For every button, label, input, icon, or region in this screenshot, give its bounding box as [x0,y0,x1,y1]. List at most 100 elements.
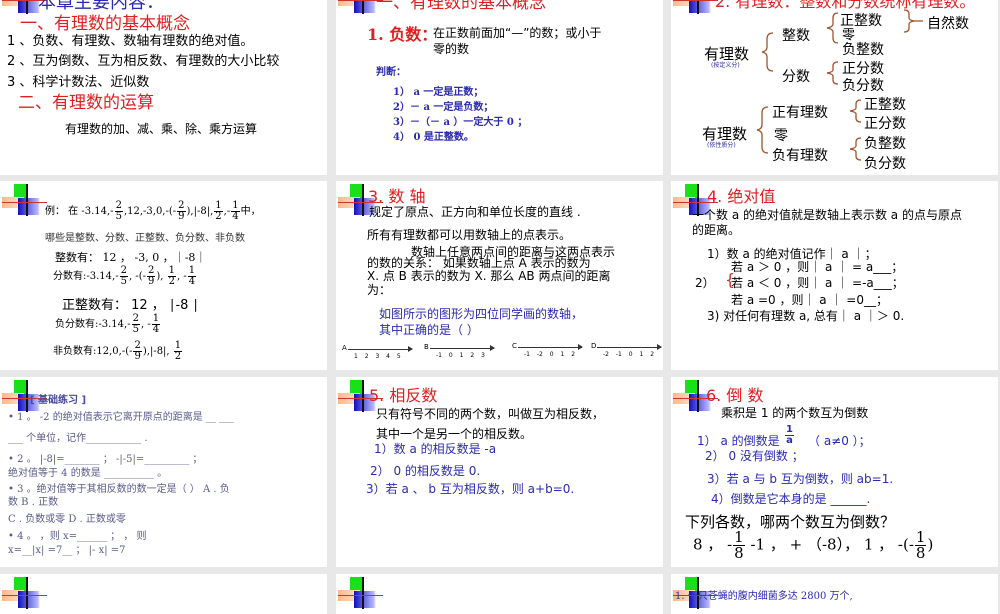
list-item: 4）倒数是它本身的是 ______. [711,492,871,506]
slide-title: 5. 相反数 [369,386,438,405]
node-natural-number: 自然数 [927,16,969,32]
operations-text: 有理数的加、减、乘、除、乘方运算 [65,122,258,136]
slide-thumbnail-9[interactable]: 6. 倒 数 乘积是 1 的两个数互为倒数 1） a 的倒数是 1a （ a≠0… [671,377,998,567]
tick-labels: -1 -2 0 1 2 [524,351,576,358]
list-item: 1） a 一定是正数； [393,87,484,98]
fraction: 25 [114,200,123,222]
list-item: 2） 0 没有倒数 ； [705,449,804,463]
slide-thumbnail-10[interactable] [0,574,327,614]
text-line: 为： [367,283,392,297]
math-text: , - [140,319,151,330]
node-negative-fraction: 负分数 [864,156,906,172]
exercise-line: 绝对值等于 4 的数是 __________ 。 [8,468,168,479]
reciprocal-fraction: 1a [785,424,794,446]
slide-thumbnail-5[interactable]: 3. 数 轴 规定了原点、正方向和单位长度的直线 . 所有有理数都可以用数轴上的… [336,181,663,370]
slide-thumbnail-6[interactable]: 4. 绝对值 一个数 a 的绝对值就是数轴上表示数 a 的点与原点 的距离。 1… [671,181,998,370]
fraction: 29 [177,200,186,222]
answer-positive-integers: 正整数有： 12 ， ∣-8 ∣ [62,298,200,313]
node-positive-rational: 正有理数 [772,105,828,121]
list-item: 1）数 a 的相反数是 -a [374,442,497,456]
math-text: 中， [240,206,261,217]
answer-negative-fractions: 负分数有:-3.14,- 2 5, -14 [55,314,161,335]
number-line-c: C -1 -2 0 1 2 [512,342,583,358]
math-text: , - [177,271,187,282]
slide-title: 4. 绝对值 [707,187,776,206]
slide-thumbnail-12[interactable]: 1. 一只苍蝇的腹内细菌多达 2800 万个, [671,574,998,614]
fraction: 18 [733,528,745,562]
slide-thumbnail-4[interactable]: 例： 在 -3.14,- 2 5,12,-3,0,-(- 2 9),|-8|, 1 2 ,- 1… [0,181,327,370]
math-text: -1 ， + （-8）， 1 ， -(- [745,535,914,554]
list-item: （ a≠0 ）； [808,434,871,448]
option-label: A [342,344,347,352]
node-negative-integer: 负整数 [864,136,906,152]
math-text: ,12,-3,0,-(- [123,206,177,217]
math-text: ),|-8|, [142,346,173,357]
definition-text: 只有符号不同的两个数，叫做互为相反数， [376,407,605,421]
slide-thumbnail-1[interactable]: 本章主要内容： 一、有理数的基本概念 1 、负数、有理数、数轴有理数的绝对值。 … [0,0,327,175]
slide-logo-icon [2,184,47,217]
slide-thumbnail-11[interactable] [336,574,663,614]
text-line: X. 点 B 表示的数为 X. 那么 AB 两点间的距离 [367,269,611,283]
question-text: 下列各数，哪两个数互为倒数？ [685,513,896,531]
number-list: 8 ， -18 -1 ， + （-8）， 1 ， -(- 1 8) [693,530,933,561]
node-negative-fraction: 负分数 [842,78,884,94]
node-fraction: 分数 [782,69,810,85]
list-item: 3）若 a 、 b 互为相反数，则 a+b=0. [366,482,575,496]
example-text: 例： 在 -3.14,- 2 5,12,-3,0,-(- 2 9),|-8|, 1 2 ,- 1… [45,201,261,222]
math-text: 例： 在 -3.14,- [45,206,114,217]
list-item: 3) 对任何有理数 a, 总有｜ a ｜＞ 0. [707,309,905,323]
question-text: 其中正确的是（ ） [379,323,479,337]
list-item: 若 a ＞ 0 ，则｜ a ｜ = a___； [731,260,904,274]
slide-title: 6. 倒 数 [706,386,764,405]
list-item-number: 2） [695,276,715,290]
tick-labels: -1 0 1 2 3 [436,352,485,359]
math-text: 分数有:-3.14,- [53,271,119,282]
fraction: 14 [187,265,197,287]
fraction: 12 [214,200,223,222]
fraction: 12 [173,340,183,362]
slide-logo-icon [2,577,47,610]
list-item: 2）－ a 一定是负数； [393,102,494,113]
math-text: , -(- [128,271,146,282]
math-text: 非负数有:12,0,-(- [53,346,133,357]
term-negative: 1. 负数： [367,25,438,44]
definition-text: 乘积是 1 的两个数互为倒数 [721,406,869,420]
slide-thumbnail-3[interactable]: 2. 有理数：整数和分数统称有理数。 有理数 (按定义分) 整数 分数 正整数 … [671,0,998,175]
exercise-line: C . 负数或零 D . 正数或零 [8,514,126,525]
heading-operations: 二、有理数的运算 [18,93,154,113]
option-label: D [591,342,597,350]
slide-thumbnail-2[interactable]: 一、有理数的基本概念 1. 负数： 在正数前面加“—”的数；或小于 零的数 判断… [336,0,663,175]
fraction: 14 [151,313,161,335]
list-item: 2 、互为倒数、互为相反数、有理数的大小比较 [7,54,280,69]
node-integer: 整数 [782,28,810,44]
math-text: ,- [223,206,231,217]
list-item: 4） 0 是正整数。 [393,132,474,143]
rational-root-note: (按定义分) [711,62,740,69]
slide-title: 一、有理数的基本概念 [376,0,546,13]
node-positive-fraction: 正分数 [864,116,906,132]
rational-root-note: (依性质分) [707,142,736,149]
list-item: 若 a ＜ 0 ，则｜ a ｜ =-a___； [731,276,904,290]
fraction: 25 [131,313,140,335]
slide-thumbnail-8[interactable]: 5. 相反数 只有符号不同的两个数，叫做互为相反数， 其中一个是另一个的相反数。… [336,377,663,567]
list-item: 3）若 a 与 b 互为倒数，则 ab=1. [707,472,894,486]
exercise-line: ___ 个单位，记作___________ . [8,433,148,444]
node-negative-integer: 负整数 [842,42,884,58]
slide-logo-icon [338,577,383,610]
definition-text: 规定了原点、正方向和单位长度的直线 . [369,205,581,219]
list-item: 1 、负数、有理数、数轴有理数的绝对值。 [7,34,254,49]
definition-text: 的距离。 [692,223,741,237]
tick-labels: -2 -1 0 1 2 [603,351,655,358]
question-text: 如图所示的图形为四位同学画的数轴， [379,307,584,321]
slide-thumbnail-7[interactable]: [ 基础练习 ] • 1 。 -2 的绝对值表示它离开原点的距离是 __ ___… [0,377,327,567]
node-zero: 零 [774,128,788,144]
list-item: 2） 0 的相反数是 0. [370,464,481,478]
fraction: 12 [167,265,176,287]
answer-fractions: 分数有:-3.14,- 2 5, -(- 2 9), 12, -14 [53,266,197,287]
fraction: 14 [231,200,240,222]
fraction: 29 [133,340,142,362]
math-text: 8 ， - [693,535,733,554]
slide-title: [ 基础练习 ] [30,395,87,406]
number-line-a: A 1 2 3 4 5 [342,344,413,360]
answer-integers: 整数有： 12 ， -3, 0 ，｜-8｜ [55,251,207,264]
